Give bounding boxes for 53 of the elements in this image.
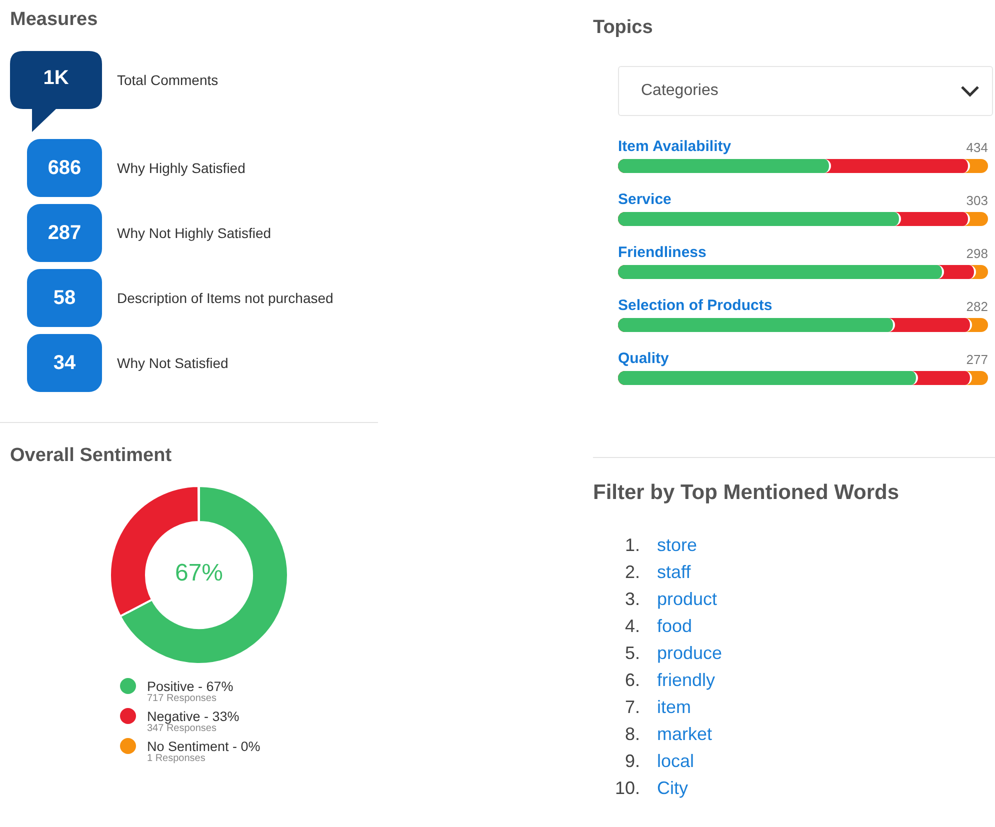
- section-title: Overall Sentiment: [10, 445, 172, 467]
- count-badge: 287: [27, 204, 102, 262]
- section-title: Topics: [593, 17, 653, 39]
- list-number: 7.: [624, 697, 640, 718]
- legend-label: Positive - 67%: [147, 678, 234, 694]
- measure-label: Description of Items not purchased: [117, 290, 334, 306]
- word-link[interactable]: local: [657, 751, 694, 772]
- word-link[interactable]: product: [657, 589, 718, 610]
- comment-count-bubble: 1K: [10, 51, 102, 132]
- topic-link[interactable]: Selection of Products: [618, 297, 772, 314]
- response-count: 1 Responses: [147, 753, 206, 764]
- list-number: 9.: [624, 751, 640, 772]
- topic-link[interactable]: Item Availability: [618, 138, 732, 155]
- list-number: 8.: [624, 724, 640, 745]
- word-link[interactable]: store: [657, 535, 698, 556]
- list-number: 4.: [624, 616, 640, 637]
- topic-count: 298: [966, 246, 988, 261]
- topic-link[interactable]: Quality: [618, 350, 669, 367]
- topic-count: 277: [966, 352, 988, 367]
- word-link[interactable]: staff: [657, 562, 691, 583]
- word-link[interactable]: market: [657, 724, 712, 745]
- count-badge: 686: [27, 139, 102, 197]
- topic-link[interactable]: Service: [618, 191, 672, 208]
- list-number: 6.: [624, 670, 640, 691]
- word-link[interactable]: item: [657, 697, 692, 718]
- topic-count: 303: [966, 193, 988, 208]
- legend-label: Negative - 33%: [147, 708, 240, 724]
- section-title: Filter by Top Mentioned Words: [593, 481, 900, 505]
- list-number: 2.: [624, 562, 640, 583]
- word-link[interactable]: produce: [657, 643, 722, 664]
- count-badge: 34: [27, 334, 102, 392]
- response-count: 717 Responses: [147, 693, 218, 704]
- chevron-down-icon: [960, 85, 980, 97]
- measure-label: Why Not Highly Satisfied: [117, 225, 272, 241]
- count-badge: 58: [27, 269, 102, 327]
- word-link[interactable]: food: [657, 616, 692, 637]
- section-title: Measures: [10, 9, 98, 31]
- word-link[interactable]: City: [657, 778, 688, 799]
- list-number: 10.: [614, 778, 640, 799]
- category-dropdown[interactable]: Categories: [618, 66, 993, 116]
- list-number: 5.: [624, 643, 640, 664]
- topic-link[interactable]: Friendliness: [618, 244, 706, 261]
- list-number: 1.: [624, 535, 640, 556]
- topic-count: 282: [966, 299, 988, 314]
- list-number: 3.: [624, 589, 640, 610]
- legend-label: No Sentiment - 0%: [147, 738, 262, 754]
- donut-center-value: 67%: [174, 560, 224, 588]
- topic-count: 434: [966, 140, 988, 155]
- measure-label: Why Highly Satisfied: [117, 160, 246, 176]
- response-count: 347 Responses: [147, 723, 218, 734]
- measure-label: Total Comments: [117, 72, 218, 88]
- measure-label: Why Not Satisfied: [117, 355, 228, 371]
- word-link[interactable]: friendly: [657, 670, 716, 691]
